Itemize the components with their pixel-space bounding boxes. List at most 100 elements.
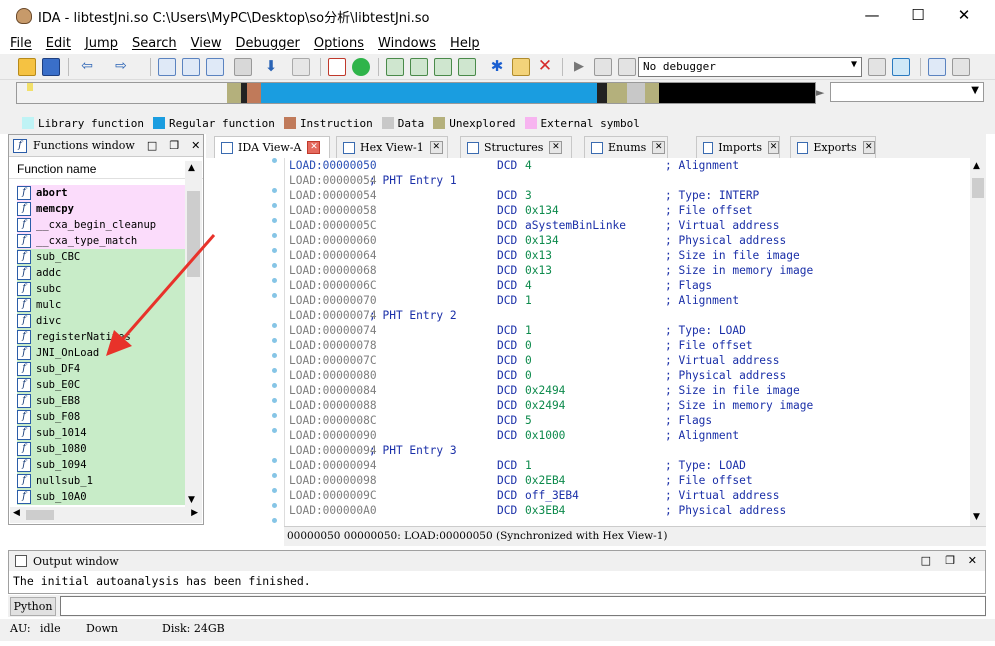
close-tab-icon[interactable]: ✕: [429, 141, 443, 154]
scroll-down-icon[interactable]: ▼: [188, 495, 195, 505]
disasm-line[interactable]: LOAD:00000054 DCD 3 ; Type: INTERP: [285, 188, 970, 203]
function-list-item[interactable]: f abort: [17, 185, 185, 201]
open-file-icon[interactable]: [18, 58, 36, 76]
function-list-item[interactable]: f sub_EB8: [17, 393, 185, 409]
disassembly-view[interactable]: LOAD:00000050 DCD 4; Alignment LOAD:0000005…: [284, 158, 970, 526]
disasm-line[interactable]: LOAD:00000060 DCD 0x134 ; Physical address: [285, 233, 970, 248]
disasm-line[interactable]: LOAD:0000008C DCD 5 ; Flags: [285, 413, 970, 428]
jump-down-icon[interactable]: ⬇: [262, 58, 280, 76]
float-window-icon[interactable]: □: [921, 554, 931, 567]
menu-debugger[interactable]: Debugger: [235, 36, 299, 51]
attach-icon[interactable]: [868, 58, 886, 76]
disasm-line[interactable]: LOAD:0000005C DCD aSystemBinLinke ; Virtual…: [285, 218, 970, 233]
back-arrow-icon[interactable]: ⇦: [78, 58, 96, 76]
maximize-button[interactable]: ☐: [895, 0, 941, 32]
disasm-header-line[interactable]: LOAD:00000054; PHT Entry 1: [285, 173, 970, 188]
disasm-line[interactable]: LOAD:00000098 DCD 0x2EB4 ; File offset: [285, 473, 970, 488]
close-tab-icon[interactable]: ✕: [652, 141, 666, 154]
debugger-select[interactable]: No debugger ▼: [638, 57, 862, 77]
forward-arrow-icon[interactable]: ⇨: [112, 58, 130, 76]
data-icon[interactable]: [410, 58, 428, 76]
array-icon[interactable]: [458, 58, 476, 76]
python-command-input[interactable]: [60, 596, 986, 616]
search-next-icon[interactable]: [234, 58, 252, 76]
function-list-item[interactable]: f mulc: [17, 297, 185, 313]
function-list-item[interactable]: f sub_F08: [17, 409, 185, 425]
disasm-line[interactable]: LOAD:00000094 DCD 1 ; Type: LOAD: [285, 458, 970, 473]
disasm-line[interactable]: LOAD:0000007C DCD 0 ; Virtual address: [285, 353, 970, 368]
step-icon[interactable]: [892, 58, 910, 76]
scroll-right-icon[interactable]: ▶: [191, 508, 198, 518]
function-list-item[interactable]: f sub_CBC: [17, 249, 185, 265]
tab-structures[interactable]: Structures ✕: [460, 136, 572, 158]
python-button[interactable]: Python: [10, 597, 56, 616]
disassembly-vertical-scrollbar[interactable]: ▲ ▼: [970, 158, 986, 526]
close-tab-icon[interactable]: ✕: [862, 141, 875, 154]
minimize-button[interactable]: —: [849, 0, 895, 32]
disasm-line[interactable]: LOAD:00000064 DCD 0x13 ; Size in file image: [285, 248, 970, 263]
function-list-item[interactable]: f sub_1094: [17, 457, 185, 473]
start-debug-icon[interactable]: ▶: [570, 58, 588, 76]
function-list-item[interactable]: f __cxa_begin_cleanup: [17, 217, 185, 233]
text-search-icon[interactable]: [182, 58, 200, 76]
save-icon[interactable]: [42, 58, 60, 76]
disasm-line[interactable]: LOAD:00000080 DCD 0 ; Physical address: [285, 368, 970, 383]
function-list-item[interactable]: f memcpy: [17, 201, 185, 217]
struct-star-icon[interactable]: ✱: [488, 58, 506, 76]
tab-exports[interactable]: Exports ✕: [790, 136, 876, 158]
function-list-item[interactable]: f sub_1080: [17, 441, 185, 457]
disasm-line[interactable]: LOAD:000000A0 DCD 0x3EB4 ; Physical address: [285, 503, 970, 518]
restore-window-icon[interactable]: ❐: [945, 554, 955, 567]
disasm-line[interactable]: LOAD:00000050 DCD 4 ; Alignment: [285, 158, 970, 173]
function-list-item[interactable]: f __cxa_type_match: [17, 233, 185, 249]
immediate-search-icon[interactable]: [206, 58, 224, 76]
function-list-item[interactable]: f divc: [17, 313, 185, 329]
disasm-header-line[interactable]: LOAD:00000074; PHT Entry 2: [285, 308, 970, 323]
menu-view[interactable]: View: [191, 36, 222, 51]
binary-search-icon[interactable]: [158, 58, 176, 76]
close-functions-icon[interactable]: ✕: [191, 139, 200, 152]
list-icon[interactable]: [928, 58, 946, 76]
scroll-up-icon[interactable]: ▲: [973, 161, 980, 171]
toolbar-more-icon[interactable]: [952, 58, 970, 76]
stop-icon[interactable]: [618, 58, 636, 76]
run-green-icon[interactable]: [352, 58, 370, 76]
scroll-thumb[interactable]: [26, 510, 54, 520]
segment-select[interactable]: ▼: [830, 82, 984, 102]
tab-imports[interactable]: Imports ✕: [696, 136, 780, 158]
menu-search[interactable]: Search: [132, 36, 177, 51]
string-icon[interactable]: [434, 58, 452, 76]
flow-chart-icon[interactable]: [328, 58, 346, 76]
undefine-x-icon[interactable]: ✕: [536, 58, 554, 76]
close-tab-icon[interactable]: ✕: [767, 141, 779, 154]
float-window-icon[interactable]: □: [147, 139, 157, 152]
function-list-item[interactable]: f subc: [17, 281, 185, 297]
tab-hex-view-1[interactable]: Hex View-1 ✕: [336, 136, 448, 158]
disasm-line[interactable]: LOAD:00000074 DCD 1 ; Type: LOAD: [285, 323, 970, 338]
nav-right-arrow-icon[interactable]: ►: [816, 86, 824, 99]
code-icon[interactable]: [386, 58, 404, 76]
function-list-item[interactable]: f sub_DF4: [17, 361, 185, 377]
pause-icon[interactable]: [594, 58, 612, 76]
close-tab-icon[interactable]: ✕: [549, 141, 563, 154]
disasm-line[interactable]: LOAD:00000084 DCD 0x2494 ; Size in file ima…: [285, 383, 970, 398]
restore-window-icon[interactable]: ❐: [169, 139, 179, 152]
function-list-item[interactable]: f addc: [17, 265, 185, 281]
function-list-item[interactable]: f registerNatives: [17, 329, 185, 345]
close-output-icon[interactable]: ✕: [968, 554, 977, 567]
function-list-item[interactable]: f sub_E0C: [17, 377, 185, 393]
function-list-item[interactable]: f JNI_OnLoad: [17, 345, 185, 361]
function-name-column-header[interactable]: Function name: [9, 157, 203, 179]
function-list-item[interactable]: f nullsub_1: [17, 473, 185, 489]
close-window-button[interactable]: ✕: [941, 0, 987, 32]
menu-jump[interactable]: Jump: [85, 36, 118, 51]
disasm-line[interactable]: LOAD:00000058 DCD 0x134 ; File offset: [285, 203, 970, 218]
scroll-left-icon[interactable]: ◀: [13, 508, 20, 518]
menu-options[interactable]: Options: [314, 36, 364, 51]
menu-edit[interactable]: Edit: [46, 36, 71, 51]
functions-vertical-scrollbar[interactable]: ▲ ▼: [185, 161, 202, 509]
scroll-up-icon[interactable]: ▲: [188, 163, 195, 173]
scroll-down-icon[interactable]: ▼: [973, 512, 980, 522]
tab-ida-view-a[interactable]: IDA View-A ✕: [214, 136, 330, 158]
function-list-item[interactable]: f sub_10A0: [17, 489, 185, 505]
